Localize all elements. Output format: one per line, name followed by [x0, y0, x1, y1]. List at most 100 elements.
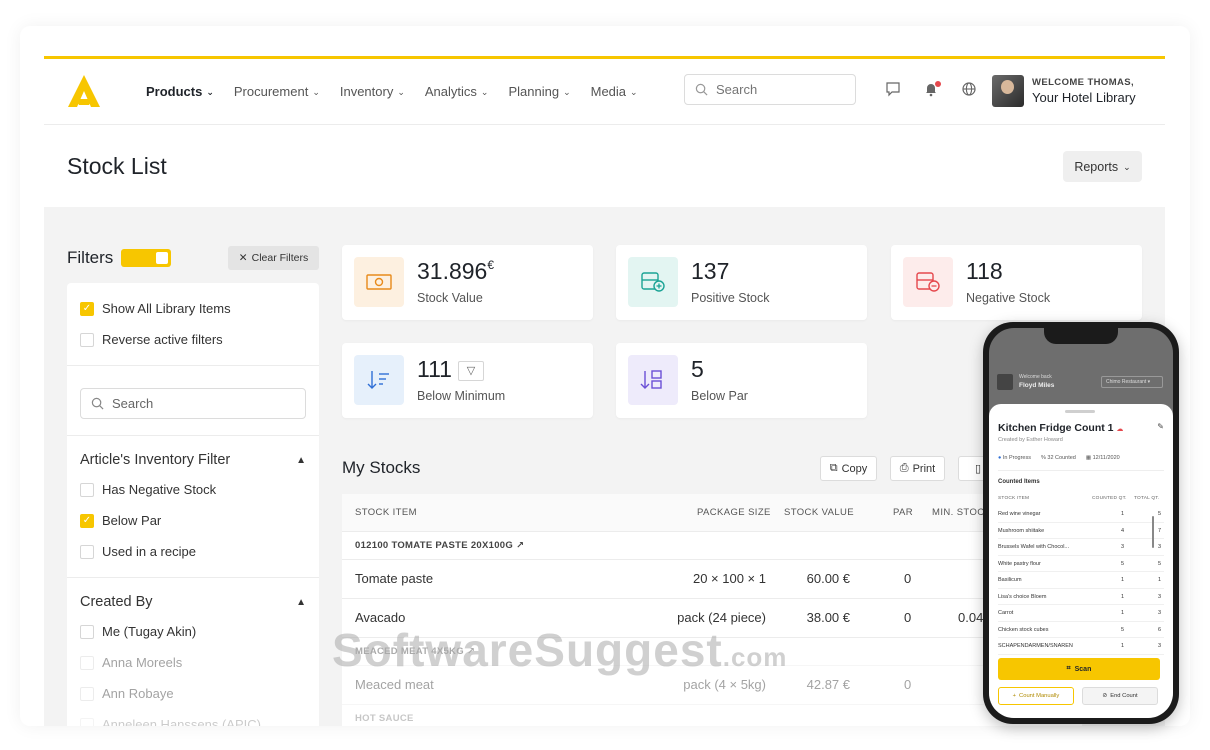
external-link-icon[interactable]: ↗	[516, 540, 524, 551]
phone-list-item[interactable]: Red wine vinegar 1 5	[998, 506, 1164, 523]
filters-toggle[interactable]	[121, 249, 172, 267]
phone-list-item[interactable]: Lisa's choice Bloem 1 3	[998, 589, 1164, 605]
column-header[interactable]: STOCK VALUE	[784, 494, 854, 532]
item-name: Red wine vinegar	[998, 511, 1041, 517]
item-total: 5	[1158, 560, 1162, 567]
sheet-handle[interactable]	[1065, 410, 1095, 413]
notification-dot	[935, 81, 941, 87]
clear-filters-button[interactable]: ✕ Clear Filters	[228, 246, 319, 270]
menu-label: Planning	[508, 84, 560, 99]
positive-stock-card[interactable]: 137 Positive Stock	[616, 245, 867, 320]
phone-list-item[interactable]: Basilicum 1 1	[998, 572, 1164, 589]
group-header[interactable]: 012100 TOMATE PASTE 20X100G ↗	[342, 532, 1082, 560]
caret-up-icon: ▲	[296, 596, 306, 608]
item-counted: 1	[1121, 610, 1125, 616]
filters-general: ✓ Show All Library Items Reverse active f…	[67, 283, 319, 366]
globe-icon[interactable]	[960, 81, 978, 99]
count-created-by: Created by Esther Howard	[998, 437, 1063, 443]
print-button[interactable]: ⎙ Print	[890, 456, 945, 481]
created-by-anna-checkbox[interactable]: Anna Moreels	[80, 647, 306, 678]
user-profile[interactable]: WELCOME THOMAS, Your Hotel Library	[992, 75, 1136, 107]
reverse-filters-checkbox[interactable]: Reverse active filters	[80, 324, 306, 355]
check-circle-icon: ⊘	[1102, 693, 1108, 699]
reports-button[interactable]: Reports ⌄	[1063, 151, 1142, 182]
stocks-table: STOCK ITEM PACKAGE SIZE STOCK VALUE PAR …	[342, 494, 1082, 726]
checkbox-box	[80, 624, 94, 639]
filters-search-input[interactable]: Search	[80, 388, 306, 419]
cell-item: Tomate paste	[355, 571, 434, 586]
chevron-down-icon: ⌄	[480, 87, 489, 97]
menu-label: Products	[146, 84, 203, 99]
chat-icon[interactable]	[884, 81, 902, 99]
venue-select[interactable]: Chimo Restaurant ▾	[1101, 376, 1163, 388]
logo-icon[interactable]	[66, 73, 102, 109]
scrollbar[interactable]	[1152, 516, 1154, 548]
chevron-down-icon: ⌄	[397, 87, 405, 97]
inventory-filter-header[interactable]: Article's Inventory Filter ▲	[80, 446, 306, 474]
filter-icon[interactable]: ▽	[457, 360, 484, 381]
created-by-ann-checkbox[interactable]: Ann Robaye	[80, 678, 306, 709]
box-plus-icon	[628, 257, 678, 307]
edit-icon[interactable]: ✎	[1157, 422, 1164, 431]
phone-list-item[interactable]: Chicken stock cubes 5 6	[998, 622, 1164, 638]
created-by-header[interactable]: Created By ▲	[80, 588, 306, 616]
group-header[interactable]: HOT SAUCE	[342, 705, 1082, 726]
menu-analytics[interactable]: Analytics ⌄	[425, 84, 489, 99]
item-counted: 4	[1121, 527, 1125, 534]
top-nav: Products ⌄ Procurement ⌄ Inventory ⌄ Analyt…	[44, 59, 1165, 125]
search-icon	[91, 397, 104, 410]
menu-media[interactable]: Media ⌄	[591, 84, 638, 99]
end-count-button[interactable]: ⊘ End Count	[1082, 687, 1158, 705]
menu-inventory[interactable]: Inventory ⌄	[340, 84, 405, 99]
bell-icon[interactable]	[922, 81, 941, 99]
copy-icon: ⧉	[829, 462, 838, 474]
cell-value: 42.87 €	[806, 677, 850, 692]
count-manually-button[interactable]: + Count Manually	[998, 687, 1074, 705]
created-by-me-checkbox[interactable]: Me (Tugay Akin)	[80, 616, 306, 647]
global-search-input[interactable]	[716, 82, 836, 97]
check-icon: ✓	[80, 513, 94, 528]
nav-icons	[884, 81, 978, 99]
copy-label: Copy	[841, 462, 868, 475]
created-by-section: Created By ▲ Me (Tugay Akin) Anna Moreels…	[67, 578, 319, 726]
stock-value-card[interactable]: 31.896€ Stock Value	[342, 245, 593, 320]
menu-products[interactable]: Products ⌄	[146, 84, 214, 99]
chevron-down-icon: ⌄	[630, 87, 638, 97]
filters-panel: ✓ Show All Library Items Reverse active f…	[67, 283, 319, 726]
scan-button[interactable]: ⌗ Scan	[998, 658, 1160, 680]
created-by-anneleen-checkbox[interactable]: Anneleen Hanssens (APIC)	[80, 709, 306, 726]
column-header[interactable]: PACKAGE SIZE	[697, 494, 771, 532]
has-negative-stock-checkbox[interactable]: Has Negative Stock	[80, 474, 306, 505]
stat-value: 31.896€	[417, 258, 495, 284]
item-name: White pastry flour	[998, 560, 1041, 567]
phone-list-item[interactable]: Mushroom shiitake 4 7	[998, 523, 1164, 539]
phone-list-item[interactable]: SCHAPENDARMEN/SNAREN 1 3	[998, 638, 1164, 655]
menu-planning[interactable]: Planning ⌄	[508, 84, 570, 99]
plus-icon: +	[1012, 693, 1017, 699]
cell-package: 20 × 100 × 1	[692, 571, 766, 586]
phone-list-item[interactable]: Brussels Wafel with Chocol... 3 3	[998, 539, 1164, 556]
table-row[interactable]: Tomate paste 20 × 100 × 1 60.00 € 0	[342, 560, 1082, 599]
cell-par: 0	[904, 571, 912, 586]
below-par-card[interactable]: 5 Below Par	[616, 343, 867, 418]
negative-stock-card[interactable]: 118 Negative Stock	[891, 245, 1142, 320]
menu-label: Media	[590, 84, 627, 99]
status-badge: ● In Progress	[998, 455, 1031, 461]
checkbox-box	[80, 544, 94, 559]
main-menu: Products ⌄ Procurement ⌄ Inventory ⌄ Analyt…	[146, 84, 638, 99]
stat-label: Below Minimum	[417, 389, 506, 403]
phone-list-item[interactable]: White pastry flour 5 5	[998, 556, 1164, 572]
column-header[interactable]: PAR	[893, 494, 913, 532]
copy-button[interactable]: ⧉ Copy	[820, 456, 877, 481]
phone-list-item[interactable]: Carrot 1 3	[998, 605, 1164, 622]
checkbox-box	[80, 717, 94, 726]
global-search[interactable]	[684, 74, 856, 105]
below-minimum-card[interactable]: 111 ▽ Below Minimum	[342, 343, 593, 418]
reports-label: Reports	[1074, 159, 1119, 174]
show-all-checkbox[interactable]: ✓ Show All Library Items	[80, 293, 306, 324]
below-par-checkbox[interactable]: ✓ Below Par	[80, 505, 306, 536]
chevron-down-icon: ⌄	[206, 87, 214, 97]
column-header[interactable]: STOCK ITEM	[355, 494, 417, 532]
used-in-recipe-checkbox[interactable]: Used in a recipe	[80, 536, 306, 567]
menu-procurement[interactable]: Procurement ⌄	[234, 84, 320, 99]
